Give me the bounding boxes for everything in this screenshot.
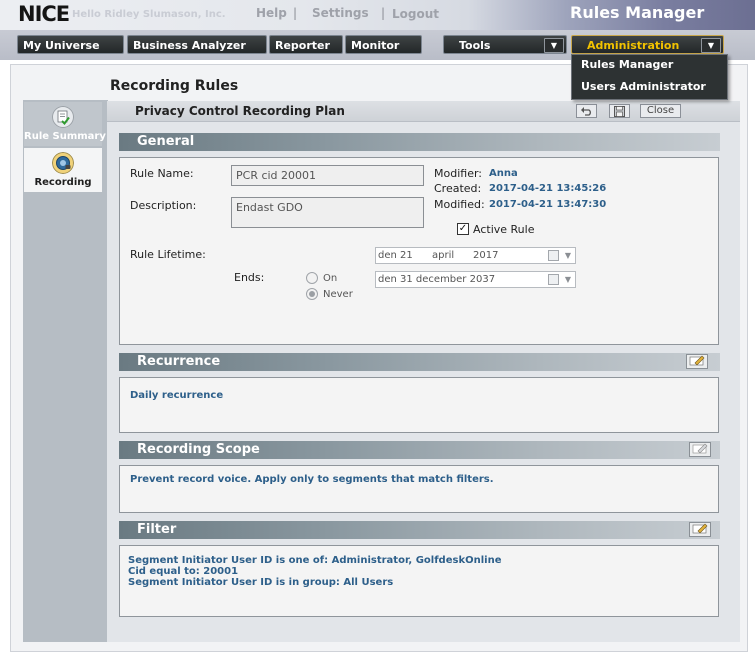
separator: | [293, 6, 298, 20]
recording-scope-text: Prevent record voice. Apply only to segm… [130, 474, 494, 485]
section-title: General [137, 134, 195, 149]
calendar-icon[interactable] [548, 274, 559, 285]
created-label: Created: [434, 182, 482, 195]
modifier-label: Modifier: [434, 167, 482, 180]
rule-name-field[interactable]: PCR cid 20001 [231, 165, 424, 186]
chevron-down-icon[interactable]: ▼ [565, 248, 571, 263]
menu-item-rules-manager[interactable]: Rules Manager [581, 58, 673, 71]
undo-icon [581, 107, 591, 116]
separator: | [381, 6, 386, 20]
created-value: 2017-04-21 13:45:26 [489, 183, 607, 194]
recording-scope-edit-button[interactable] [689, 442, 711, 457]
ends-label: Ends: [234, 271, 265, 284]
recording-scope-section-body [119, 465, 719, 513]
end-on-label: On [323, 273, 338, 284]
filter-edit-button[interactable] [689, 522, 711, 537]
filter-section-header: Filter [119, 521, 720, 539]
sidebar-item-rule-summary[interactable]: Rule Summary [24, 102, 106, 146]
filter-line: Cid equal to: 20001 [128, 566, 239, 577]
tab-my-universe[interactable]: My Universe [17, 35, 124, 54]
rule-lifetime-label: Rule Lifetime: [130, 248, 206, 261]
modifier-value: Anna [489, 168, 518, 179]
end-date-picker[interactable]: den 31 december 2037 ▼ [375, 271, 576, 288]
rule-name-label: Rule Name: [130, 167, 194, 180]
page-title: Recording Rules [110, 78, 239, 94]
recurrence-text: Daily recurrence [130, 390, 224, 401]
settings-link[interactable]: Settings [312, 6, 369, 20]
section-title: Filter [137, 522, 177, 537]
welcome-text: Hello Ridley Slumason, Inc. [72, 9, 226, 20]
end-date-value: den 31 december 2037 [378, 274, 496, 285]
chevron-down-icon[interactable]: ▼ [701, 38, 721, 53]
logout-link[interactable]: Logout [392, 7, 439, 21]
description-label: Description: [130, 199, 197, 212]
start-date-day: den 21 [378, 250, 413, 261]
active-rule-checkbox[interactable]: ✓ [457, 223, 469, 235]
undo-button[interactable] [576, 104, 597, 118]
tab-reporter[interactable]: Reporter [269, 35, 343, 54]
active-rule-label: Active Rule [473, 223, 535, 236]
chevron-down-icon[interactable]: ▼ [565, 272, 571, 287]
description-field[interactable]: Endast GDO [231, 197, 424, 228]
modified-label: Modified: [434, 198, 485, 211]
recurrence-section-body [119, 377, 719, 433]
plan-title: Privacy Control Recording Plan [135, 104, 345, 118]
edit-icon [692, 523, 708, 534]
recording-icon [52, 152, 74, 174]
filter-line: Segment Initiator User ID is one of: Adm… [128, 555, 502, 566]
tab-business-analyzer[interactable]: Business Analyzer [127, 35, 267, 54]
end-never-label: Never [323, 289, 353, 300]
sidebar-item-recording[interactable]: Recording [24, 148, 102, 192]
help-link[interactable]: Help [256, 6, 287, 20]
general-section-header: General [119, 133, 720, 151]
sidebar-item-label: Rule Summary [24, 131, 106, 142]
end-never-radio[interactable] [306, 288, 318, 300]
administration-dropdown: Rules Manager Users Administrator [571, 54, 728, 100]
section-title: Recording Scope [137, 442, 260, 457]
chevron-down-icon[interactable]: ▼ [544, 38, 564, 53]
sidebar-item-label: Recording [34, 177, 92, 188]
start-date-picker[interactable]: den 21 april 2017 ▼ [375, 247, 576, 264]
edit-icon [692, 443, 708, 454]
nice-logo: NICE [18, 2, 70, 26]
calendar-icon[interactable] [548, 250, 559, 261]
recurrence-section-header: Recurrence [119, 353, 720, 371]
save-icon [614, 106, 625, 117]
menu-item-users-administrator[interactable]: Users Administrator [581, 80, 706, 93]
tools-label: Tools [459, 39, 491, 52]
recording-scope-section-header: Recording Scope [119, 441, 720, 459]
start-date-year: 2017 [473, 250, 499, 261]
administration-menu[interactable]: Administration ▼ [571, 35, 724, 54]
tools-menu[interactable]: Tools ▼ [443, 35, 567, 54]
modified-value: 2017-04-21 13:47:30 [489, 199, 607, 210]
save-button[interactable] [609, 104, 630, 118]
end-on-radio[interactable] [306, 272, 318, 284]
start-date-month: april [432, 250, 455, 261]
edit-icon [689, 355, 705, 366]
recurrence-edit-button[interactable] [686, 354, 708, 369]
section-title: Recurrence [137, 354, 221, 369]
rule-summary-icon [52, 106, 74, 128]
tab-monitor[interactable]: Monitor [345, 35, 422, 54]
administration-label: Administration [587, 39, 680, 52]
filter-line: Segment Initiator User ID is in group: A… [128, 577, 394, 588]
app-title: Rules Manager [570, 3, 705, 22]
close-button[interactable]: Close [640, 104, 681, 118]
